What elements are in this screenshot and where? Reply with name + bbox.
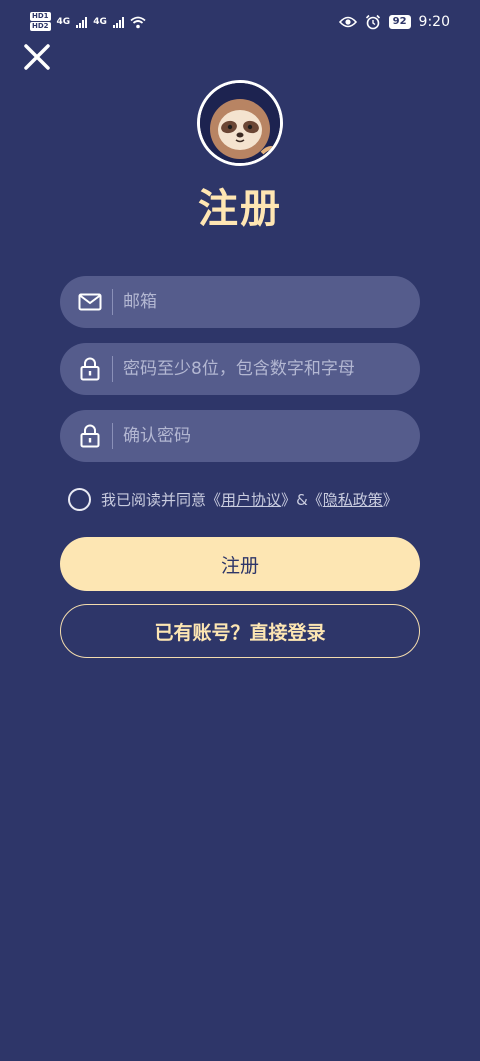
hd-indicators: HD1 HD2 [30,12,51,32]
password-input[interactable] [123,343,420,395]
signal-icon-2 [112,16,124,28]
field-divider [112,423,113,449]
mail-icon [77,289,103,315]
field-divider [112,356,113,382]
wifi-icon [130,16,146,28]
password-field[interactable] [60,343,420,395]
page-title: 注册 [198,186,282,232]
signal-icon [76,16,88,28]
status-left: HD1 HD2 4G 4G [30,12,146,32]
clock-time: 9:20 [418,14,450,30]
sloth-avatar-icon [200,83,280,163]
user-agreement-link[interactable]: 用户协议 [221,489,281,510]
lock-icon [77,423,103,449]
lock-icon [77,356,103,382]
hd2-badge: HD2 [30,22,51,31]
agreement-bracket-close: 》 [281,491,297,509]
agreement-bracket-close-2: 》 [382,491,398,509]
email-input[interactable] [123,276,420,328]
status-right: 92 9:20 [338,14,450,30]
agreement-row: 我已阅读并同意 《 用户协议 》 & 《 隐私政策 》 [68,488,398,511]
eye-icon [338,16,357,28]
alarm-icon [365,14,380,30]
battery-icon: 92 [388,15,411,29]
network-type-2: 4G [93,17,107,27]
register-button[interactable]: 注册 [60,537,420,591]
agreement-prefix: 我已阅读并同意 [101,491,207,509]
agreement-bracket-open-2: 《 [307,491,323,509]
status-bar: HD1 HD2 4G 4G 92 9:20 [0,0,480,44]
email-field[interactable] [60,276,420,328]
privacy-policy-link[interactable]: 隐私政策 [323,489,383,510]
hd1-badge: HD1 [30,12,51,21]
field-divider [112,289,113,315]
close-icon [24,44,50,70]
agree-radio[interactable] [68,488,91,511]
agreement-bracket-open: 《 [206,491,222,509]
agreement-ampersand: & [296,490,308,509]
avatar [197,80,283,166]
confirm-password-field[interactable] [60,410,420,462]
close-button[interactable] [18,38,56,76]
login-button[interactable]: 已有账号？直接登录 [60,604,420,658]
network-type-1: 4G [56,17,71,27]
confirm-password-input[interactable] [123,410,420,462]
